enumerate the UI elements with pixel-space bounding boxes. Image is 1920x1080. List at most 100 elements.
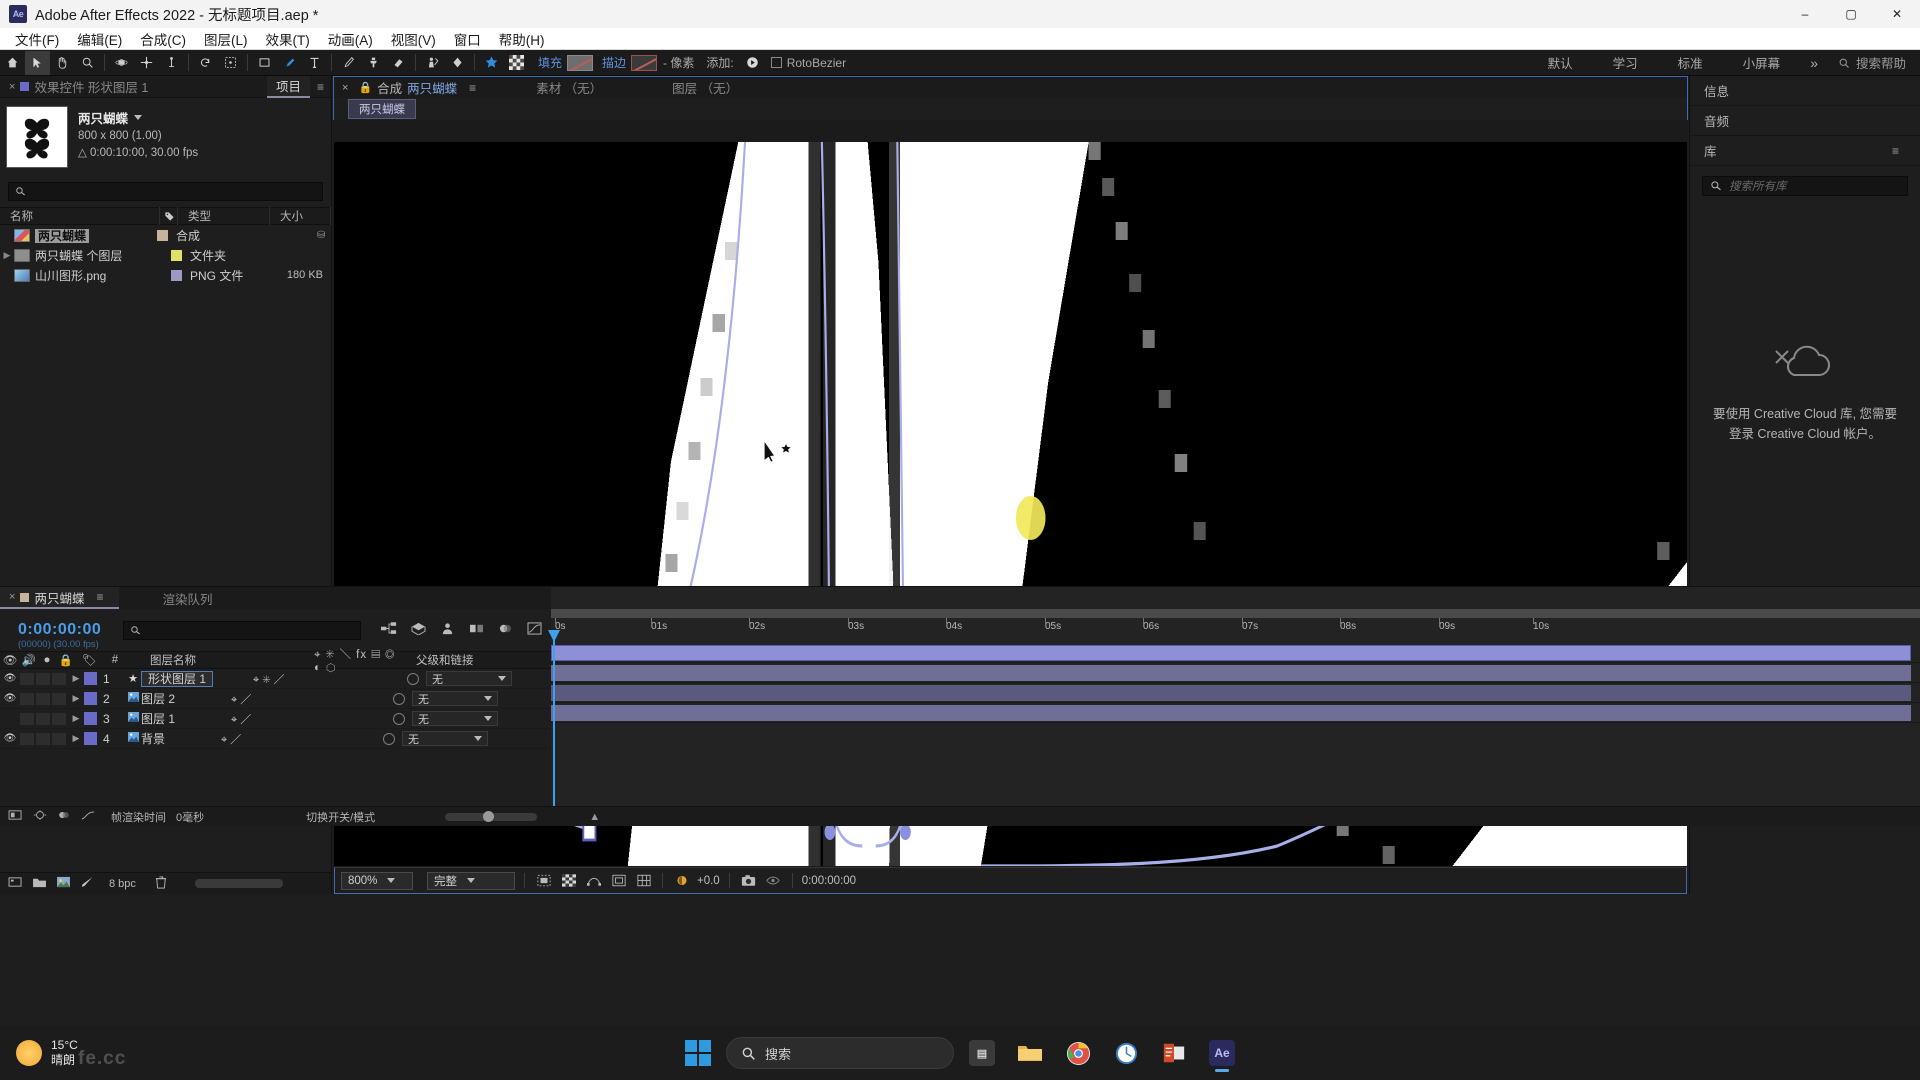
start-button[interactable] (678, 1033, 718, 1073)
layer-bar[interactable] (551, 663, 1920, 683)
resolution-select[interactable]: 完整 (427, 871, 515, 890)
parent-dropdown[interactable]: 无 (402, 731, 489, 746)
stroke-width-unit[interactable]: - 像素 (663, 54, 694, 71)
clone-stamp-tool-icon[interactable] (361, 51, 386, 75)
panel-audio[interactable]: 音频 (1690, 106, 1920, 136)
timeline-ruler[interactable]: 0s 01s 02s 03s 04s 05s 06s 07s 08s 09s 1… (548, 609, 1920, 643)
layer-label-color[interactable] (84, 672, 97, 685)
show-snapshot-icon[interactable] (764, 872, 783, 890)
parent-dropdown[interactable]: 无 (412, 691, 499, 706)
title-action-safe-icon[interactable] (609, 872, 628, 890)
layer-lock-toggle[interactable] (52, 732, 66, 745)
layer-solo-toggle[interactable] (36, 672, 50, 685)
panel-info[interactable]: 信息 (1690, 76, 1920, 106)
region-of-interest-icon[interactable] (534, 872, 553, 890)
label-tag-icon[interactable] (160, 207, 178, 225)
delete-icon[interactable] (155, 876, 167, 892)
menu-layer[interactable]: 图层(L) (195, 27, 257, 51)
label-color-swatch[interactable] (157, 229, 168, 241)
project-scroll-thumb[interactable] (195, 879, 283, 888)
timeline-graph[interactable]: 0s 01s 02s 03s 04s 05s 06s 07s 08s 09s 1… (548, 587, 1920, 806)
timeline-panel-menu-icon[interactable]: ≡ (89, 590, 110, 604)
menu-edit[interactable]: 编辑(E) (68, 27, 131, 51)
workspace-standard[interactable]: 标准 (1658, 50, 1723, 76)
graph-editor-footer-icon[interactable] (81, 809, 95, 824)
library-panel-menu-icon[interactable]: ≡ (1885, 144, 1906, 158)
minimize-button[interactable]: – (1782, 0, 1828, 28)
puppet-tool-icon[interactable] (445, 51, 470, 75)
chevron-down-icon[interactable] (134, 115, 143, 120)
work-area-bar[interactable] (551, 609, 1920, 618)
layer-parent[interactable]: 无 (399, 671, 513, 686)
mask-paths-icon[interactable] (584, 872, 603, 890)
hide-shy-layers-icon[interactable] (440, 622, 455, 638)
timeline-current-time[interactable]: 0:00:00:00 (18, 621, 101, 639)
after-effects-icon[interactable]: Ae (1202, 1033, 1242, 1073)
lock-icon[interactable]: 🔒 (358, 81, 372, 94)
panel-library[interactable]: 库 ≡ (1690, 136, 1920, 166)
project-item-row[interactable]: 山川图形.png PNG 文件 180 KB (0, 265, 331, 285)
exposure-reset-icon[interactable] (672, 872, 691, 890)
parent-dropdown[interactable]: 无 (426, 671, 513, 686)
tab-layer[interactable]: 图层 （无） (663, 77, 747, 99)
add-play-icon[interactable] (740, 51, 765, 75)
weather-widget[interactable]: 15°C 晴朗 (16, 1038, 78, 1068)
workspace-default[interactable]: 默认 (1528, 50, 1593, 76)
workspace-more-button[interactable]: » (1800, 55, 1828, 71)
zoom-level-select[interactable]: 800% (341, 871, 413, 890)
rotobezier-option[interactable]: RotoBezier (770, 56, 846, 70)
frame-blending-icon[interactable] (469, 622, 484, 638)
layer-twisty-icon[interactable]: ▶ (68, 713, 84, 724)
layer-audio-toggle[interactable] (20, 692, 34, 705)
menu-effect[interactable]: 效果(T) (257, 27, 319, 51)
new-comp-icon[interactable] (8, 876, 23, 891)
tab-effect-controls[interactable]: × 效果控件 形状图层 1 (0, 76, 157, 98)
layer-name[interactable]: 形状图层 1 (141, 670, 214, 687)
interpret-footage-icon[interactable] (80, 876, 94, 891)
tab-close-icon[interactable]: × (9, 81, 15, 93)
layer-lock-toggle[interactable] (52, 672, 66, 685)
eraser-tool-icon[interactable] (386, 51, 411, 75)
layer-switches[interactable]: ⌖ ／ (215, 731, 313, 747)
tab-composition[interactable]: × 🔒 合成 两只蝴蝶 ≡ (334, 78, 491, 97)
menu-file[interactable]: 文件(F) (6, 27, 68, 51)
file-explorer-icon[interactable] (1010, 1033, 1050, 1073)
timeline-zoom-slider[interactable] (445, 810, 538, 822)
project-item-row[interactable]: ▶ 两只蝴蝶 个图层 文件夹 (0, 245, 331, 265)
parent-pickwhip-icon[interactable] (407, 672, 420, 685)
motion-blur-icon[interactable] (498, 622, 513, 638)
tab-render-queue[interactable]: 渲染队列 (153, 587, 221, 609)
layer-parent[interactable]: 无 (385, 711, 499, 726)
zoom-out-timeline-icon[interactable]: ▲ (589, 811, 600, 823)
menu-window[interactable]: 窗口 (445, 27, 490, 51)
taskview-icon[interactable]: ▤ (962, 1033, 1002, 1073)
bit-depth-label[interactable]: 8 bpc (109, 878, 136, 890)
column-size[interactable]: 大小 (270, 207, 331, 225)
fill-label[interactable]: 填充 (538, 54, 562, 71)
layer-audio-toggle[interactable] (20, 672, 34, 685)
composition-mini-flowchart-icon[interactable] (381, 622, 397, 638)
menu-animation[interactable]: 动画(A) (319, 27, 382, 51)
snapshot-camera-icon[interactable] (739, 872, 758, 890)
roto-brush-tool-icon[interactable] (420, 51, 445, 75)
parent-dropdown[interactable]: 无 (412, 711, 499, 726)
type-tool-icon[interactable] (302, 51, 327, 75)
tab-comp-timeline[interactable]: × 两只蝴蝶 ≡ (0, 587, 120, 609)
library-search-input[interactable]: 搜索所有库 (1702, 176, 1908, 196)
layer-twisty-icon[interactable]: ▶ (68, 693, 84, 704)
home-icon[interactable] (0, 51, 25, 75)
layer-visibility-icon[interactable]: 👁 (0, 733, 20, 744)
layer-name[interactable]: 图层 1 (141, 710, 175, 727)
label-color-swatch[interactable] (171, 249, 182, 261)
draft-3d-icon[interactable] (411, 622, 426, 638)
zoom-tool-icon[interactable] (75, 51, 100, 75)
layer-solo-toggle[interactable] (36, 732, 50, 745)
anchor-point-tool-icon[interactable] (218, 51, 243, 75)
hand-tool-icon[interactable] (50, 51, 75, 75)
project-item-row[interactable]: 两只蝴蝶 合成 ⛁ (0, 225, 331, 245)
tab-close-icon[interactable]: × (9, 591, 15, 603)
layer-visibility-icon[interactable]: 👁 (0, 673, 20, 684)
column-name[interactable]: 名称 (0, 207, 160, 225)
grid-guides-icon[interactable] (634, 872, 653, 890)
workspace-small-screen[interactable]: 小屏幕 (1723, 50, 1801, 76)
